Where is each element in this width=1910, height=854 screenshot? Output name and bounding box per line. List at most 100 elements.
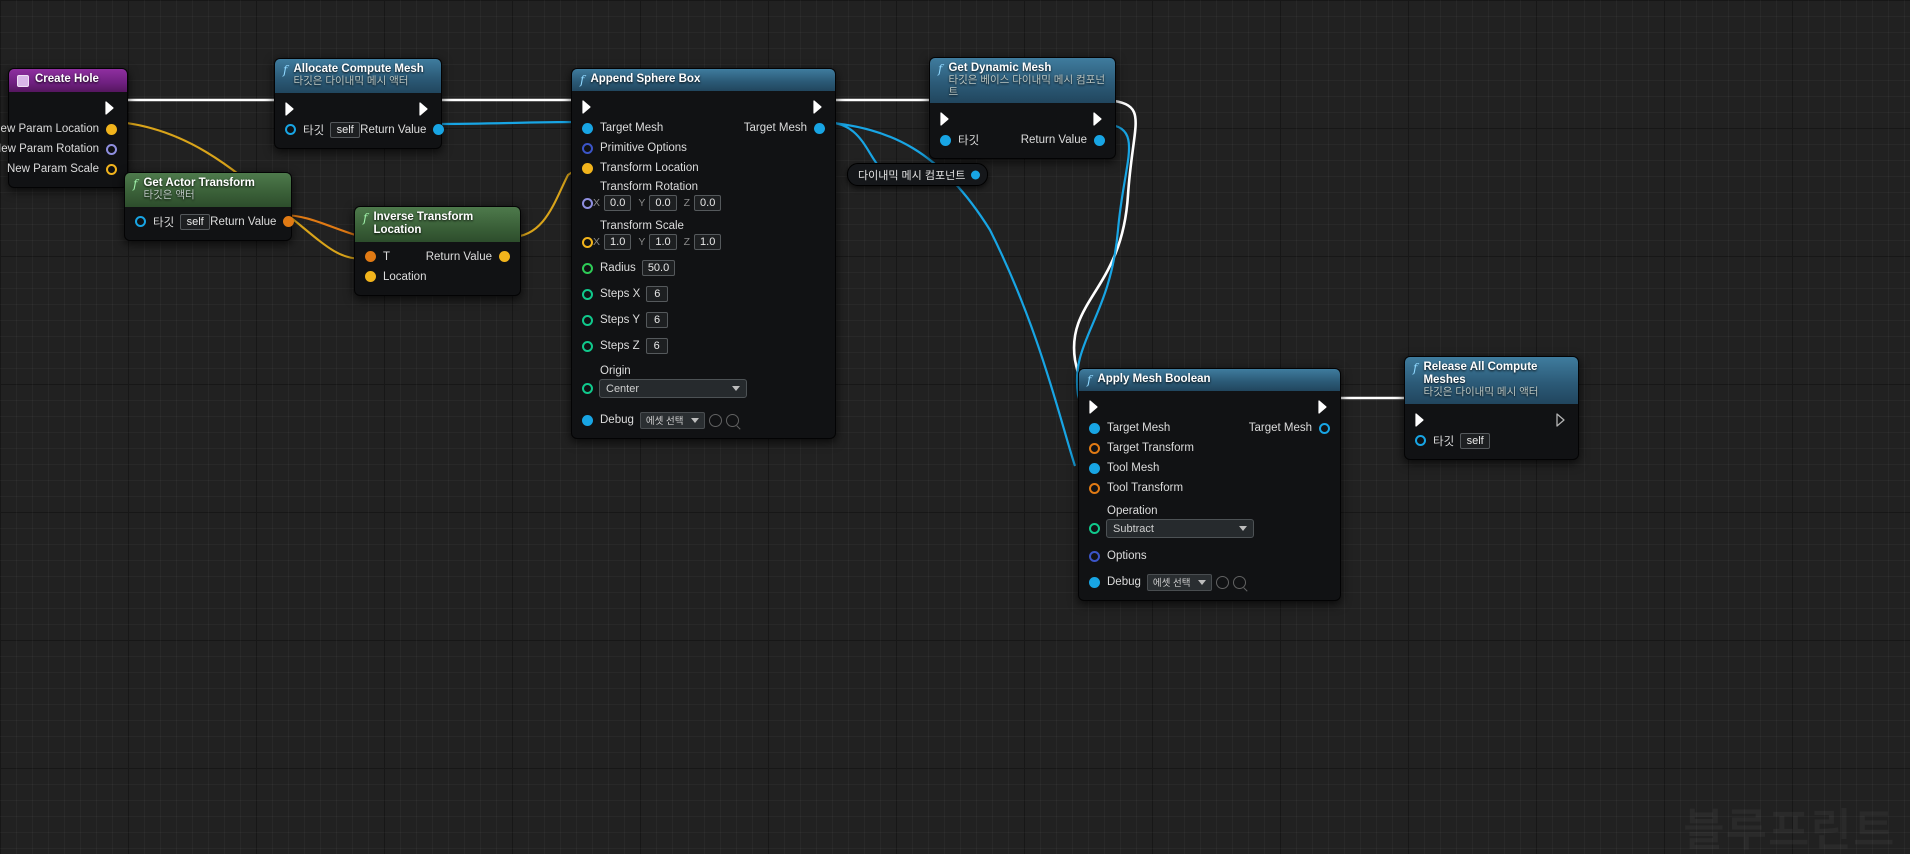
mesh-in-pin[interactable]	[582, 122, 593, 134]
asset-select-dropdown[interactable]: 에셋 선택	[1146, 573, 1212, 591]
node-create-hole[interactable]: Create Hole New Param Location New Param…	[0, 68, 128, 188]
pin-row-debug[interactable]: Debug 에셋 선택	[1079, 572, 1340, 592]
pin-row-target-mesh[interactable]: Target Mesh Target Mesh	[572, 118, 835, 138]
node-append-sphere-box[interactable]: f Append Sphere Box Target Mesh Target M…	[571, 68, 836, 439]
exec-out-pin[interactable]	[1556, 412, 1568, 427]
pin-row-transform-location[interactable]: Transform Location	[572, 158, 835, 178]
steps-x-input[interactable]: 6	[646, 286, 669, 302]
node-release-all-compute-meshes[interactable]: f Release All Compute Meshes 타깃은 다이내믹 메시…	[1404, 356, 1579, 460]
steps-y-input[interactable]: 6	[646, 312, 669, 328]
pin-row-location[interactable]: Location	[355, 267, 520, 287]
int-in-pin[interactable]	[582, 288, 593, 300]
enum-in-pin[interactable]	[582, 383, 593, 394]
rotator-in-pin[interactable]	[582, 197, 593, 209]
node-get-dynamic-mesh[interactable]: f Get Dynamic Mesh 타깃은 베이스 다이내믹 메시 컴포넌트 …	[929, 57, 1116, 160]
pin-row-options[interactable]: Options	[1079, 546, 1340, 566]
pin-row-t[interactable]: T Return Value	[355, 247, 520, 267]
pin-row-operation[interactable]: Operation Subtract	[1079, 498, 1340, 540]
pin-row-exec[interactable]	[1079, 396, 1340, 418]
exec-out-pin[interactable]	[419, 102, 431, 116]
node-inverse-transform-location[interactable]: f Inverse Transform Location T Return Va…	[354, 206, 521, 296]
pin-row-new-param-location[interactable]: New Param Location	[0, 119, 127, 139]
mesh-in-pin[interactable]	[1089, 422, 1100, 434]
asset-select-dropdown[interactable]: 에셋 선택	[639, 411, 705, 429]
object-in-pin[interactable]	[940, 134, 951, 146]
pin-row-target-transform[interactable]: Target Transform	[1079, 438, 1340, 458]
vector-in-pin[interactable]	[365, 271, 376, 283]
node-get-actor-transform[interactable]: f Get Actor Transform 타깃은 액터 타깃 self Ret…	[124, 172, 295, 241]
pin-row-steps-z[interactable]: Steps Z 6	[572, 336, 835, 356]
pin-row-radius[interactable]: Radius 50.0	[572, 258, 835, 278]
vector-out-pin[interactable]	[106, 163, 117, 175]
pin-row-transform-rotation[interactable]: Transform Rotation X 0.0 Y 0.0 Z 0.0	[572, 178, 835, 213]
rotation-x-input[interactable]: 0.0	[604, 195, 632, 211]
debug-asset-picker[interactable]: 에셋 선택	[1146, 573, 1246, 591]
enum-in-pin[interactable]	[1089, 523, 1100, 534]
pin-row-steps-y[interactable]: Steps Y 6	[572, 310, 835, 330]
search-icon[interactable]	[1232, 575, 1246, 589]
mesh-in-pin[interactable]	[1089, 462, 1100, 474]
steps-z-input[interactable]: 6	[645, 338, 668, 354]
node-apply-mesh-boolean[interactable]: f Apply Mesh Boolean Target Mesh Target …	[1078, 368, 1341, 601]
pin-row-exec[interactable]	[572, 96, 835, 118]
vector-out-pin[interactable]	[499, 251, 510, 263]
pin-row-target[interactable]: 타깃 Return Value	[930, 130, 1115, 150]
pin-row-tool-mesh[interactable]: Tool Mesh	[1079, 458, 1340, 478]
exec-in-pin[interactable]	[285, 102, 297, 116]
browse-back-icon[interactable]	[1215, 575, 1229, 589]
mesh-out-pin[interactable]	[433, 124, 445, 136]
mesh-out-pin[interactable]	[1094, 134, 1105, 146]
pin-row-steps-x[interactable]: Steps X 6	[572, 284, 835, 304]
mesh-out-pin[interactable]	[971, 170, 981, 179]
transform-out-pin[interactable]	[283, 216, 295, 228]
origin-dropdown[interactable]: Center	[599, 379, 747, 398]
transform-in-pin[interactable]	[1089, 442, 1100, 454]
mesh-out-pin[interactable]	[814, 122, 825, 134]
target-self-value[interactable]: self	[330, 121, 361, 138]
blueprint-graph-canvas[interactable]: Create Hole New Param Location New Param…	[0, 0, 1910, 854]
pin-row-new-param-scale[interactable]: New Param Scale	[7, 159, 127, 179]
vector-in-pin[interactable]	[582, 162, 593, 174]
transform-in-pin[interactable]	[365, 251, 376, 263]
scale-y-input[interactable]: 1.0	[649, 234, 677, 250]
pin-row-primitive-options[interactable]: Primitive Options	[572, 138, 835, 158]
vector-in-pin[interactable]	[582, 236, 593, 248]
pin-row-target-mesh[interactable]: Target Mesh Target Mesh	[1079, 418, 1340, 438]
object-in-pin[interactable]	[582, 414, 593, 426]
debug-asset-picker[interactable]: 에셋 선택	[639, 411, 739, 429]
scale-z-input[interactable]: 1.0	[694, 234, 722, 250]
object-in-pin[interactable]	[1415, 435, 1426, 446]
pin-row-target[interactable]: 타깃 self Return Value	[125, 212, 295, 232]
pin-row-target[interactable]: 타깃 self Return Value	[275, 120, 445, 140]
exec-out-pin[interactable]	[105, 101, 117, 115]
rotator-out-pin[interactable]	[106, 143, 117, 155]
node-allocate-compute-mesh[interactable]: f Allocate Compute Mesh 타깃은 다이내믹 메시 액터 타…	[274, 58, 445, 149]
object-in-pin[interactable]	[135, 216, 146, 228]
transform-in-pin[interactable]	[1089, 482, 1100, 494]
pin-row-exec[interactable]	[1405, 409, 1578, 431]
radius-input[interactable]: 50.0	[641, 260, 676, 276]
int-in-pin[interactable]	[582, 314, 593, 326]
exec-out-pin[interactable]	[1093, 112, 1105, 126]
operation-dropdown[interactable]: Subtract	[1106, 519, 1254, 538]
struct-in-pin[interactable]	[582, 142, 593, 154]
exec-in-pin[interactable]	[1089, 400, 1101, 414]
object-in-pin[interactable]	[285, 124, 296, 136]
exec-out-pin[interactable]	[1318, 400, 1330, 414]
pin-row-exec[interactable]	[275, 98, 441, 120]
pin-row-tool-transform[interactable]: Tool Transform	[1079, 478, 1340, 498]
pin-row-new-param-rotation[interactable]: New Param Rotation	[0, 139, 127, 159]
pin-row-target[interactable]: 타깃 self	[1405, 431, 1578, 451]
object-in-pin[interactable]	[1089, 576, 1100, 588]
search-icon[interactable]	[725, 413, 739, 427]
pin-row-exec[interactable]	[930, 108, 1115, 130]
browse-back-icon[interactable]	[708, 413, 722, 427]
rotation-y-input[interactable]: 0.0	[649, 195, 677, 211]
exec-in-pin[interactable]	[940, 112, 952, 126]
rotation-z-input[interactable]: 0.0	[694, 195, 722, 211]
vector-out-pin[interactable]	[106, 123, 117, 135]
scale-x-input[interactable]: 1.0	[604, 234, 632, 250]
mesh-out-pin[interactable]	[1319, 422, 1330, 434]
target-self-value[interactable]: self	[180, 213, 211, 230]
pin-row-origin[interactable]: Origin Center	[572, 356, 835, 400]
